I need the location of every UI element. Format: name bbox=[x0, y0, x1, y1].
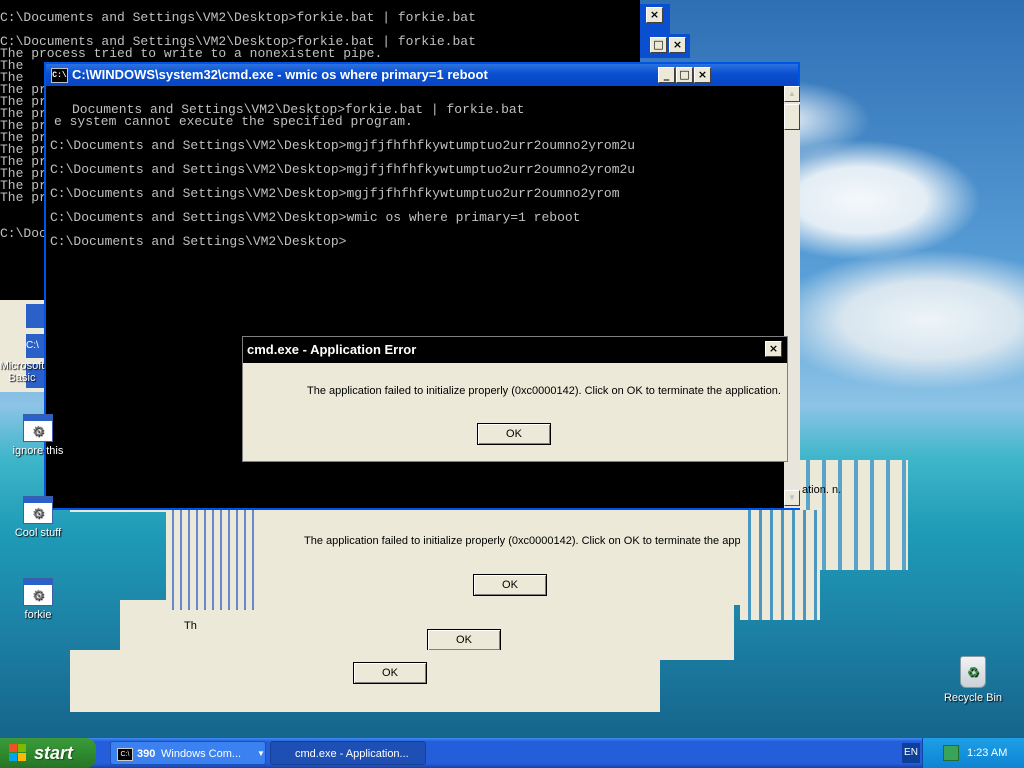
console-line: e system cannot execute the specified pr… bbox=[54, 114, 413, 129]
ghost-fragment: ation. n. bbox=[802, 484, 842, 496]
batch-file-icon: ⚙ bbox=[23, 414, 53, 442]
recycle-bin-icon: ♻ bbox=[960, 656, 986, 688]
maximize-button[interactable]: □ bbox=[650, 37, 667, 53]
icon-label: Microsoft bbox=[0, 360, 45, 372]
dialog-message: The application failed to initialize pro… bbox=[307, 385, 781, 397]
group-count: 390 bbox=[137, 748, 156, 760]
clock[interactable]: 1:23 AM bbox=[967, 738, 1007, 768]
desktop-icon-cool-stuff[interactable]: ⚙ Cool stuff bbox=[3, 496, 73, 539]
console-app-icon: C:\ bbox=[117, 748, 133, 761]
desktop-icon-microsoft-basic[interactable]: Microsoft Basic bbox=[0, 360, 50, 384]
icon-label: Recycle Bin bbox=[943, 692, 1003, 704]
title-bar[interactable]: C:\ C:\WINDOWS\system32\cmd.exe - wmic o… bbox=[46, 64, 798, 86]
batch-file-icon: ⚙ bbox=[23, 578, 53, 606]
console-line: C:\Documents and Settings\VM2\Desktop> bbox=[50, 234, 347, 249]
console-line: The pr bbox=[0, 190, 47, 205]
error-dialog[interactable]: cmd.exe - Application Error × The applic… bbox=[242, 336, 788, 462]
dialog-title-bar[interactable]: cmd.exe - Application Error × bbox=[243, 337, 787, 363]
icon-label: Basic bbox=[8, 372, 36, 384]
network-icon[interactable] bbox=[943, 745, 959, 761]
start-button[interactable]: start bbox=[0, 738, 96, 768]
dialog-title: cmd.exe - Application Error bbox=[247, 342, 417, 357]
ok-button[interactable]: OK bbox=[427, 629, 501, 651]
icon-label: Cool stuff bbox=[14, 527, 62, 539]
icon-label: forkie bbox=[24, 609, 52, 621]
group-label: Windows Com... bbox=[161, 748, 242, 760]
error-dialog-ghost: OK bbox=[70, 650, 660, 712]
language-indicator[interactable]: EN bbox=[902, 743, 920, 763]
close-button[interactable]: × bbox=[646, 7, 663, 23]
console-line: C:\Documents and Settings\VM2\Desktop>mg… bbox=[50, 138, 636, 153]
ghost-smear bbox=[740, 510, 820, 620]
console-app-icon: C:\ bbox=[51, 68, 68, 83]
taskbar-item-label: cmd.exe - Application... bbox=[295, 748, 409, 760]
ok-button[interactable]: OK bbox=[353, 662, 427, 684]
shortcut-icon: ⚙ bbox=[23, 496, 53, 524]
desktop-icon-recycle-bin[interactable]: ♻ Recycle Bin bbox=[938, 656, 1008, 704]
scroll-up-button[interactable]: ▲ bbox=[784, 86, 800, 102]
close-button[interactable]: × bbox=[765, 341, 782, 357]
maximize-button[interactable]: □ bbox=[676, 67, 693, 83]
console-window-bg-1[interactable]: × bbox=[640, 4, 670, 34]
console-line: The process tried to write to a nonexist… bbox=[0, 46, 383, 61]
console-line: C:\Documents and Settings\VM2\Desktop>mg… bbox=[50, 162, 636, 177]
ok-button[interactable]: OK bbox=[473, 574, 547, 596]
ghost-fragment: Th bbox=[184, 620, 197, 632]
console-line: C:\Documents and Settings\VM2\Desktop>mg… bbox=[50, 186, 620, 201]
taskbar-item-cmd-application-error[interactable]: cmd.exe - Application... bbox=[270, 741, 426, 765]
desktop: × □ × × × _ × □ × C:\Documents and Setti… bbox=[0, 0, 1024, 738]
error-dialog-ghost: The application failed to initialize pro… bbox=[166, 505, 778, 605]
system-tray: 1:23 AM bbox=[922, 738, 1024, 768]
window-title: C:\WINDOWS\system32\cmd.exe - wmic os wh… bbox=[72, 67, 488, 82]
close-button[interactable]: × bbox=[694, 67, 711, 83]
icon-label: ignore this bbox=[12, 445, 64, 457]
scroll-down-button[interactable]: ▼ bbox=[784, 490, 800, 506]
taskbar-group-windows-command[interactable]: C:\ 390 Windows Com... ▼ bbox=[110, 741, 266, 765]
desktop-icon-ignore-this[interactable]: ⚙ ignore this bbox=[3, 414, 73, 457]
ghost-smear bbox=[166, 510, 256, 610]
ok-button[interactable]: OK bbox=[477, 423, 551, 445]
windows-logo-icon bbox=[9, 744, 27, 762]
start-label: start bbox=[34, 743, 74, 763]
chevron-down-icon: ▼ bbox=[257, 749, 265, 758]
taskbar: start C:\ 390 Windows Com... ▼ cmd.exe -… bbox=[0, 738, 1024, 768]
minimize-button[interactable]: _ bbox=[658, 67, 675, 83]
console-line: C:\Documents and Settings\VM2\Desktop>fo… bbox=[0, 10, 476, 25]
close-button[interactable]: × bbox=[669, 37, 686, 53]
scroll-thumb[interactable] bbox=[784, 104, 800, 130]
console-line: C:\Documents and Settings\VM2\Desktop>wm… bbox=[50, 210, 581, 225]
desktop-icon-forkie[interactable]: ⚙ forkie bbox=[3, 578, 73, 621]
dialog-message: The application failed to initialize pro… bbox=[304, 535, 778, 547]
